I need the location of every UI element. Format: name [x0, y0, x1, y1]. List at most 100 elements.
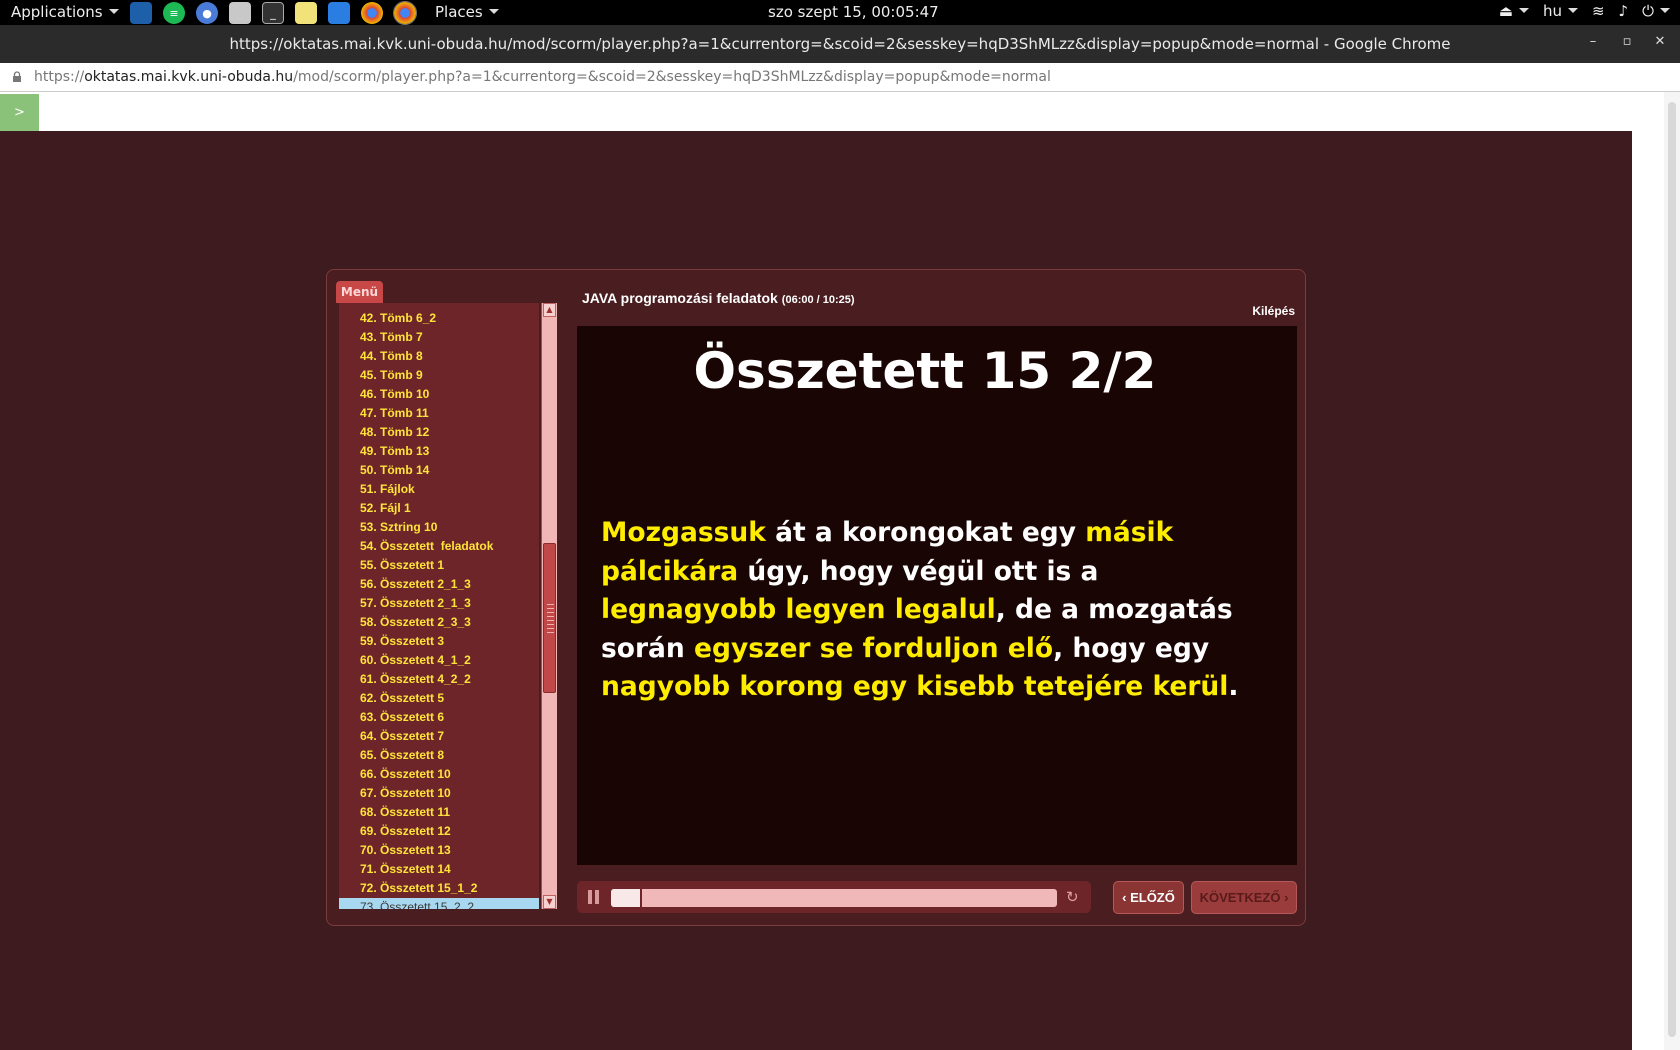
- exit-link[interactable]: Kilépés: [1252, 304, 1295, 318]
- keyboard-layout[interactable]: hu: [1543, 2, 1578, 20]
- chevron-down-icon: [1518, 8, 1529, 13]
- menu-list: 42. Tömb 6_2 43. Tömb 7 44. Tömb 8 45. Tömb…: [339, 309, 539, 909]
- grip-line: [547, 628, 554, 629]
- menu-item[interactable]: 68. Összetett 11: [339, 803, 539, 822]
- menu-item[interactable]: 53. Sztring 10: [339, 518, 539, 537]
- scrollbar-thumb[interactable]: [1668, 102, 1676, 1037]
- menu-item[interactable]: 72. Összetett 15_1_2: [339, 879, 539, 898]
- lock-icon: [13, 71, 21, 82]
- chevron-down-icon: [1567, 8, 1578, 13]
- next-button[interactable]: KÖVETKEZŐ ›: [1191, 881, 1297, 914]
- menu-scroll-thumb[interactable]: [543, 543, 556, 693]
- menu-item[interactable]: 57. Összetett 2_1_3: [339, 594, 539, 613]
- menu-item[interactable]: 48. Tömb 12: [339, 423, 539, 442]
- menu-item[interactable]: 46. Tömb 10: [339, 385, 539, 404]
- menu-item[interactable]: 54. Összetett feladatok: [339, 537, 539, 556]
- menu-tab[interactable]: Menü: [336, 281, 383, 303]
- minimize-icon[interactable]: –: [1584, 34, 1602, 52]
- applications-menu[interactable]: Applications: [11, 3, 119, 21]
- slide-body-text: Mozgassuk át a korongokat egy másik pálc…: [601, 514, 1251, 707]
- toc-strip: >: [0, 92, 1632, 131]
- chevron-down-icon: [108, 9, 119, 14]
- replay-icon[interactable]: ↻: [1066, 889, 1082, 905]
- clock[interactable]: szo szept 15, 00:05:47: [768, 3, 939, 21]
- menu-item[interactable]: 62. Összetett 5: [339, 689, 539, 708]
- installer-launcher-icon[interactable]: [229, 2, 251, 24]
- menu-item[interactable]: 43. Tömb 7: [339, 328, 539, 347]
- eject-icon[interactable]: ⏏: [1499, 2, 1529, 20]
- chromium-launcher-icon[interactable]: ●: [196, 2, 218, 24]
- progress-fill: [611, 889, 643, 907]
- grip-line: [547, 612, 554, 613]
- wifi-icon[interactable]: ≋: [1592, 2, 1605, 20]
- progress-bar[interactable]: [611, 889, 1057, 907]
- highlighted-text: nagyobb korong egy kisebb tetejére kerül: [601, 671, 1229, 702]
- menu-item[interactable]: 70. Összetett 13: [339, 841, 539, 860]
- menu-scrollbar[interactable]: ▲ ▼: [541, 303, 557, 909]
- menu-item[interactable]: 69. Összetett 12: [339, 822, 539, 841]
- menu-item[interactable]: 42. Tömb 6_2: [339, 309, 539, 328]
- menu-item[interactable]: 49. Tömb 13: [339, 442, 539, 461]
- system-monitor-launcher-icon[interactable]: [328, 2, 350, 24]
- menu-item[interactable]: 45. Tömb 9: [339, 366, 539, 385]
- highlighted-text: legnagyobb legyen legalul: [601, 594, 996, 625]
- menu-item[interactable]: 52. Fájl 1: [339, 499, 539, 518]
- grip-line: [547, 608, 554, 609]
- menu-item[interactable]: 56. Összetett 2_1_3: [339, 575, 539, 594]
- menu-item[interactable]: 66. Összetett 10: [339, 765, 539, 784]
- menu-item[interactable]: 47. Tömb 11: [339, 404, 539, 423]
- chrome-active-launcher-icon[interactable]: [393, 1, 417, 25]
- menu-item[interactable]: 50. Tömb 14: [339, 461, 539, 480]
- menu-panel: 42. Tömb 6_2 43. Tömb 7 44. Tömb 8 45. Tömb…: [339, 303, 539, 909]
- window-title-bar: https://oktatas.mai.kvk.uni-obuda.hu/mod…: [0, 25, 1680, 63]
- slide-title: Összetett 15 2/2: [693, 342, 1157, 400]
- toc-toggle-button[interactable]: >: [0, 94, 39, 131]
- pause-icon[interactable]: [588, 890, 600, 904]
- menu-item[interactable]: 67. Összetett 10: [339, 784, 539, 803]
- spotify-launcher-icon[interactable]: ≡: [163, 2, 185, 24]
- highlighted-text: Mozgassuk: [601, 517, 766, 548]
- body-text: , hogy egy: [1053, 632, 1210, 664]
- files-launcher-icon[interactable]: [130, 2, 152, 24]
- menu-item[interactable]: 44. Tömb 8: [339, 347, 539, 366]
- menu-item[interactable]: 58. Összetett 2_3_3: [339, 613, 539, 632]
- menu-item[interactable]: 59. Összetett 3: [339, 632, 539, 651]
- address-bar[interactable]: https://oktatas.mai.kvk.uni-obuda.hu/mod…: [0, 63, 1680, 92]
- menu-item[interactable]: 64. Összetett 7: [339, 727, 539, 746]
- previous-button[interactable]: ‹ ELŐZŐ: [1113, 881, 1184, 914]
- body-text: úgy, hogy végül ott is a: [738, 555, 1099, 587]
- playback-controls: ↻: [577, 881, 1091, 913]
- menu-item[interactable]: 71. Összetett 14: [339, 860, 539, 879]
- power-icon[interactable]: ⏻: [1642, 2, 1670, 20]
- menu-item[interactable]: 55. Összetett 1: [339, 556, 539, 575]
- close-icon[interactable]: ✕: [1651, 34, 1669, 52]
- course-title: JAVA programozási feladatok (06:00 / 10:2…: [582, 290, 855, 306]
- menu-item[interactable]: 65. Összetett 8: [339, 746, 539, 765]
- maximize-icon[interactable]: ▫: [1618, 34, 1636, 52]
- menu-item[interactable]: 73. Összetett 15_2_2: [339, 898, 539, 909]
- grip-line: [547, 632, 554, 633]
- body-text: .: [1228, 671, 1239, 702]
- terminal-launcher-icon[interactable]: _: [262, 2, 284, 24]
- text-editor-launcher-icon[interactable]: [295, 2, 317, 24]
- scroll-up-icon[interactable]: ▲: [543, 303, 556, 317]
- url-text[interactable]: https://oktatas.mai.kvk.uni-obuda.hu/mod…: [34, 69, 1051, 85]
- page-scrollbar[interactable]: [1664, 92, 1680, 1050]
- window-title: https://oktatas.mai.kvk.uni-obuda.hu/mod…: [229, 35, 1451, 53]
- launcher-bar: ≡ ● _: [130, 1, 417, 25]
- places-menu[interactable]: Places: [435, 3, 499, 21]
- menu-item[interactable]: 63. Összetett 6: [339, 708, 539, 727]
- body-text: át a korongokat egy: [765, 517, 1086, 548]
- course-time: (06:00 / 10:25): [781, 294, 855, 306]
- volume-icon[interactable]: ♪: [1619, 2, 1629, 20]
- system-tray: ⏏ hu ≋ ♪ ⏻: [1499, 2, 1670, 20]
- menu-item[interactable]: 51. Fájlok: [339, 480, 539, 499]
- chevron-down-icon: [1660, 8, 1670, 13]
- scorm-player: Menü 42. Tömb 6_2 43. Tömb 7 44. Tömb 8 45.…: [326, 269, 1306, 926]
- chevron-down-icon: [488, 9, 499, 14]
- menu-item[interactable]: 60. Összetett 4_1_2: [339, 651, 539, 670]
- menu-item[interactable]: 61. Összetett 4_2_2: [339, 670, 539, 689]
- scroll-down-icon[interactable]: ▼: [543, 895, 556, 909]
- system-top-bar: Applications ≡ ● _ Places szo szept 15, …: [0, 0, 1680, 25]
- chrome-launcher-icon[interactable]: [361, 2, 383, 24]
